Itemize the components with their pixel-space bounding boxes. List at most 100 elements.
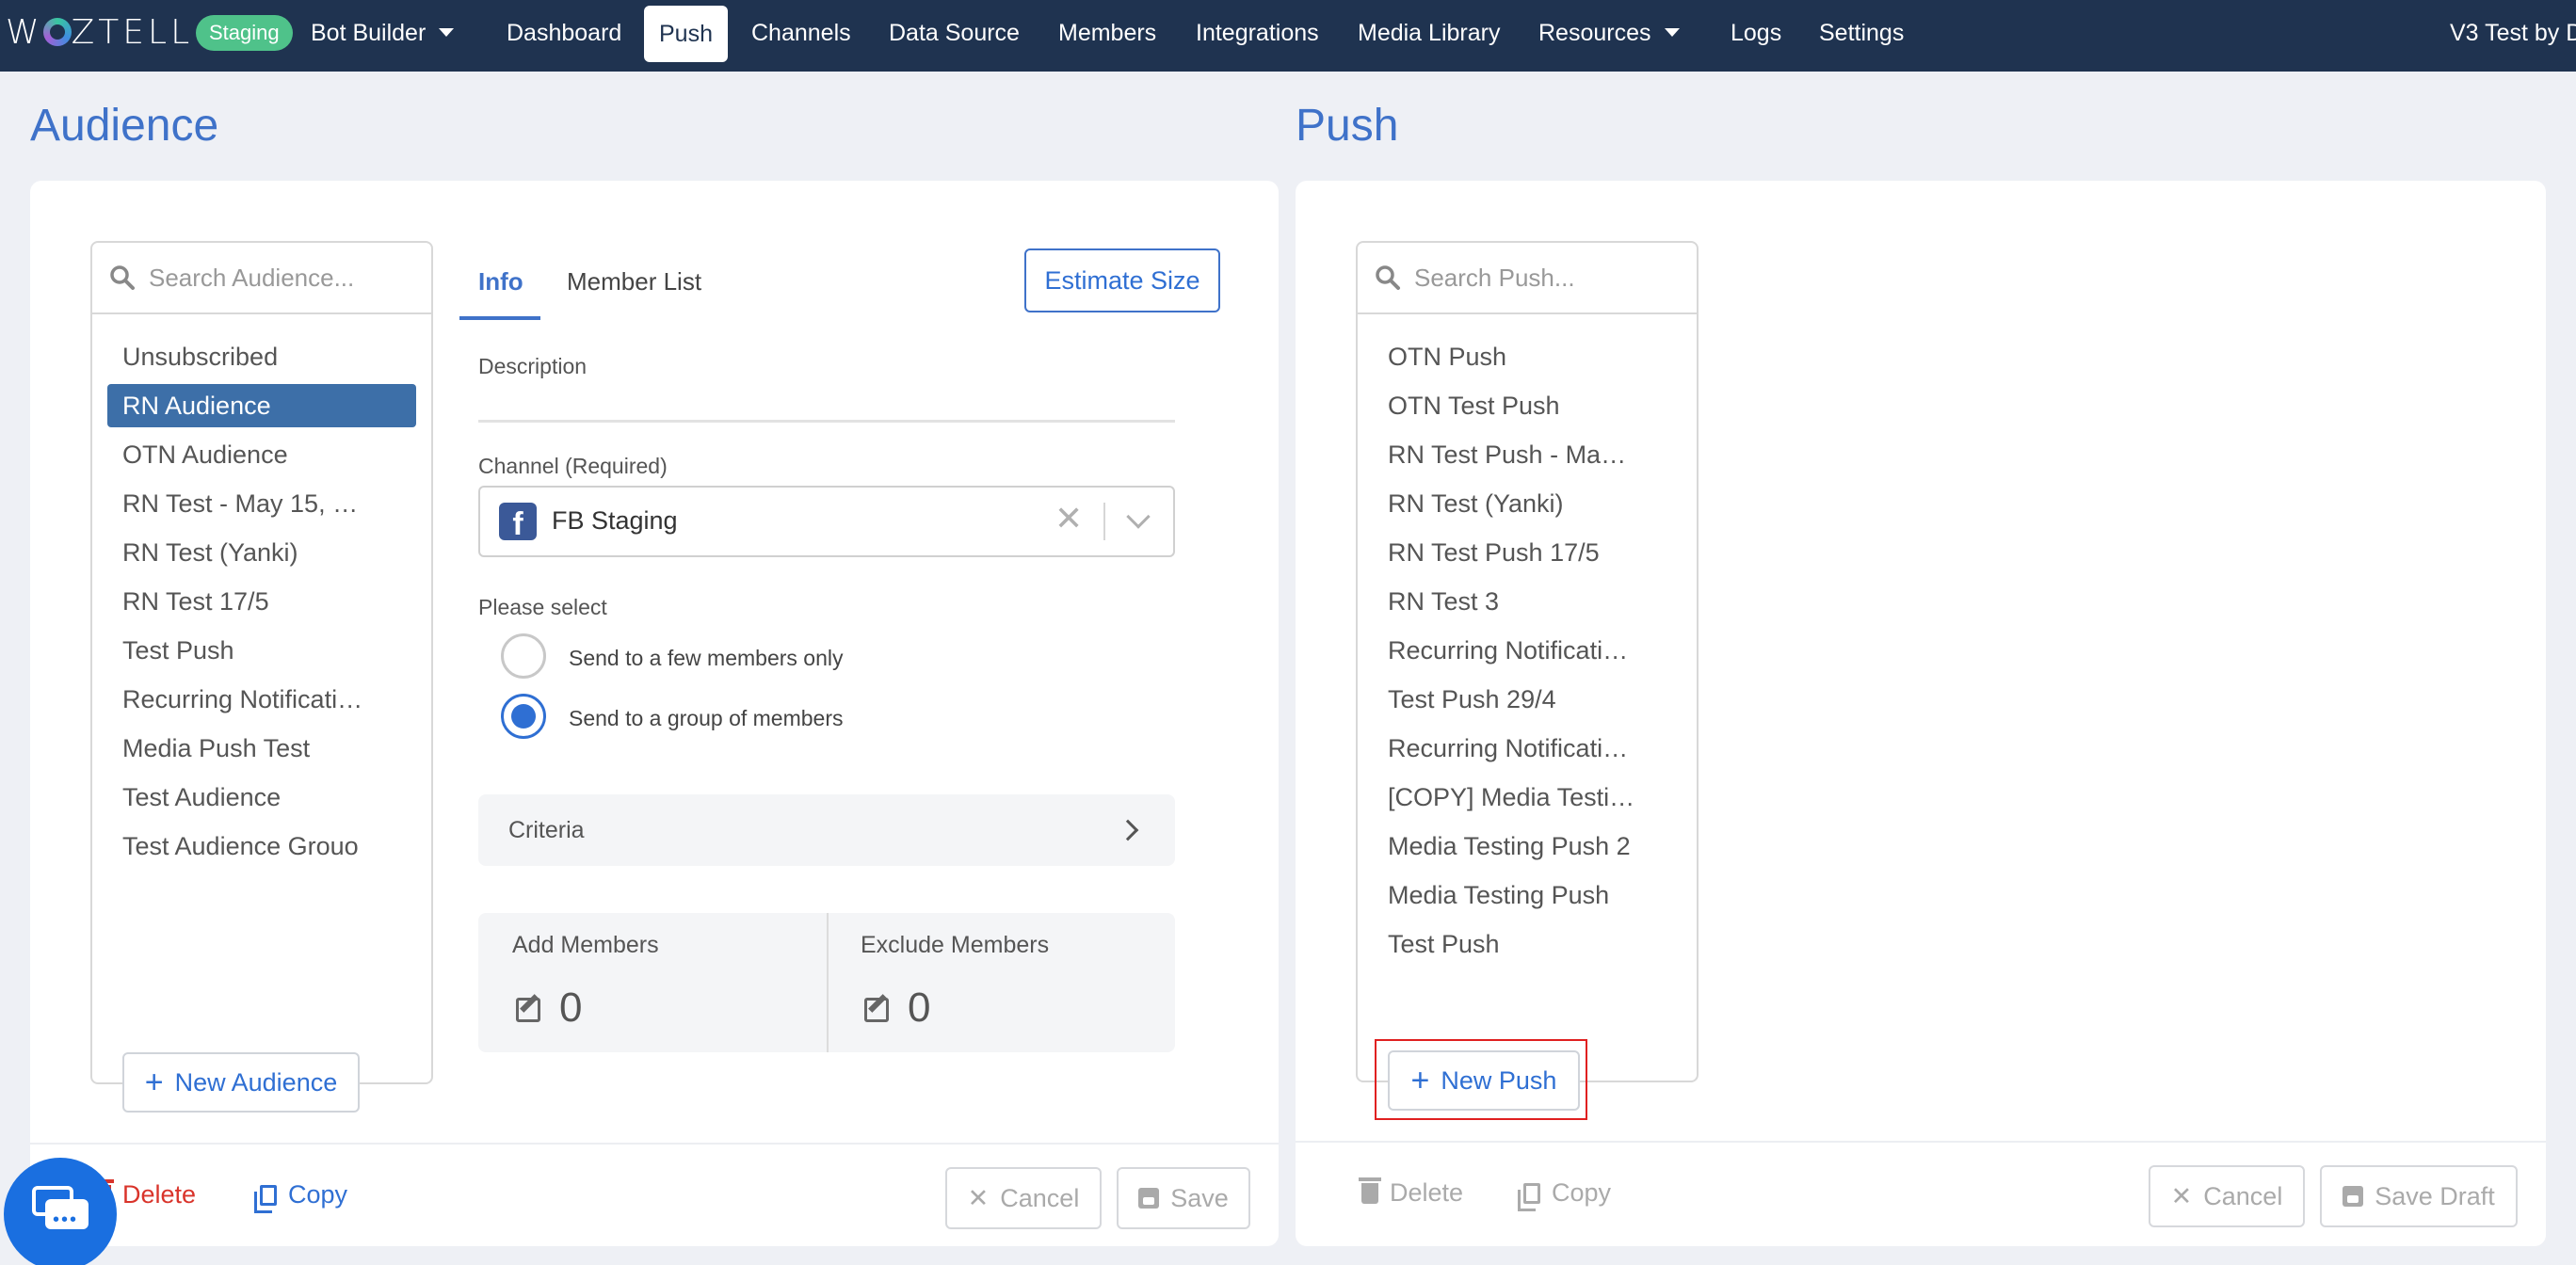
copy-label: Copy <box>1552 1178 1612 1207</box>
cancel-label: Cancel <box>1000 1183 1080 1212</box>
exclude-members-label: Exclude Members <box>861 932 1050 958</box>
close-icon: ✕ <box>967 1183 990 1212</box>
tab-info[interactable]: Info <box>478 267 523 296</box>
nav-channels[interactable]: Channels <box>751 0 851 72</box>
caret-down-icon <box>439 28 455 37</box>
add-members-count: 0 <box>559 985 583 1031</box>
push-list: OTN Push OTN Test Push RN Test Push - Ma… <box>1356 241 1699 1082</box>
nav-logs[interactable]: Logs <box>1731 0 1781 72</box>
list-item[interactable]: RN Test Push 17/5 <box>1373 531 1682 574</box>
save-draft-label: Save Draft <box>2375 1181 2495 1210</box>
audience-search-input[interactable] <box>149 263 431 293</box>
push-delete-button[interactable]: Delete <box>1359 1177 1464 1208</box>
delete-label: Delete <box>122 1180 197 1209</box>
user-account[interactable]: V3 Test by D <box>2450 0 2576 66</box>
list-item[interactable]: RN Test (Yanki) <box>107 531 416 574</box>
push-copy-button[interactable]: Copy <box>1518 1178 1612 1211</box>
nav-resources[interactable]: Resources <box>1538 0 1680 72</box>
list-item[interactable]: Recurring Notificati… <box>1373 727 1682 770</box>
push-cancel-button[interactable]: ✕ Cancel <box>2149 1165 2305 1227</box>
chat-widget-button[interactable]: ••• <box>4 1158 117 1265</box>
nav-bot-builder[interactable]: Bot Builder <box>311 0 455 72</box>
caret-down-icon <box>1664 28 1680 37</box>
chevron-down-icon[interactable] <box>1126 504 1151 529</box>
push-title: Push <box>1296 101 1399 151</box>
push-search-input[interactable] <box>1414 263 1697 293</box>
channel-label: Channel (Required) <box>478 454 668 478</box>
nav-bot-builder-label: Bot Builder <box>311 20 427 46</box>
description-label: Description <box>478 354 588 378</box>
members-summary: Add Members 0 Exclude Members 0 <box>478 913 1175 1052</box>
audience-cancel-button[interactable]: ✕ Cancel <box>945 1167 1102 1229</box>
save-label: Save <box>1170 1183 1229 1212</box>
list-item[interactable]: OTN Test Push <box>1373 384 1682 427</box>
list-item[interactable]: OTN Push <box>1373 335 1682 378</box>
plus-icon: + <box>1410 1063 1430 1098</box>
list-item[interactable]: Test Audience Grouo <box>107 825 416 868</box>
list-item-selected[interactable]: RN Audience <box>107 384 416 427</box>
new-push-button[interactable]: + New Push <box>1388 1050 1580 1111</box>
criteria-row[interactable]: Criteria <box>478 794 1175 866</box>
logo-o-icon <box>42 18 72 46</box>
criteria-label: Criteria <box>508 817 585 843</box>
delete-label: Delete <box>1390 1178 1464 1207</box>
nav-push[interactable]: Push <box>644 6 728 62</box>
copy-icon <box>254 1184 277 1213</box>
radio-few-members-label: Send to a few members only <box>569 646 844 670</box>
trash-icon <box>1359 1177 1381 1204</box>
list-item[interactable]: RN Test 17/5 <box>107 580 416 623</box>
list-item[interactable]: Media Push Test <box>107 727 416 770</box>
list-item[interactable]: Media Testing Push 2 <box>1373 825 1682 868</box>
push-search <box>1358 243 1697 314</box>
nav-dashboard[interactable]: Dashboard <box>507 0 621 72</box>
copy-label: Copy <box>288 1180 348 1209</box>
members-divider <box>827 913 829 1052</box>
channel-value: FB Staging <box>552 506 678 535</box>
list-item[interactable]: Recurring Notificati… <box>107 678 416 721</box>
audience-save-button[interactable]: Save <box>1117 1167 1250 1229</box>
list-item[interactable]: RN Test - May 15, … <box>107 482 416 525</box>
plus-icon: + <box>144 1065 164 1100</box>
edit-icon[interactable] <box>864 998 889 1022</box>
radio-group-members[interactable] <box>501 694 546 739</box>
list-item[interactable]: Test Push <box>107 629 416 672</box>
new-push-label: New Push <box>1441 1065 1557 1095</box>
nav-data-source[interactable]: Data Source <box>889 0 1020 72</box>
nav-members[interactable]: Members <box>1058 0 1156 72</box>
description-field[interactable] <box>478 420 1175 423</box>
audience-search <box>92 243 431 314</box>
woztell-logo[interactable]: W ZTELL <box>6 13 193 52</box>
select-separator <box>1103 503 1105 540</box>
list-item[interactable]: Test Audience <box>107 776 416 819</box>
list-item[interactable]: [COPY] Media Testi… <box>1373 776 1682 819</box>
add-members-label: Add Members <box>512 932 659 958</box>
list-item[interactable]: Recurring Notificati… <box>1373 629 1682 672</box>
push-save-draft-button[interactable]: Save Draft <box>2320 1165 2518 1227</box>
list-item[interactable]: RN Test 3 <box>1373 580 1682 623</box>
please-select-label: Please select <box>478 595 607 619</box>
list-item[interactable]: OTN Audience <box>107 433 416 476</box>
tab-member-list[interactable]: Member List <box>567 267 701 296</box>
list-item[interactable]: Test Push <box>1373 922 1682 966</box>
list-item[interactable]: RN Test Push - Ma… <box>1373 433 1682 476</box>
new-audience-button[interactable]: + New Audience <box>122 1052 360 1113</box>
clear-icon[interactable]: ✕ <box>1055 499 1083 538</box>
radio-few-members[interactable] <box>501 633 546 679</box>
top-navigation-bar: W ZTELL Staging Bot Builder Dashboard Pus… <box>0 0 2576 72</box>
nav-integrations[interactable]: Integrations <box>1196 0 1319 72</box>
edit-icon[interactable] <box>516 998 540 1022</box>
save-icon <box>1138 1188 1160 1209</box>
search-icon <box>110 265 135 290</box>
audience-copy-button[interactable]: Copy <box>254 1180 348 1213</box>
facebook-icon: f <box>499 503 537 540</box>
estimate-size-button[interactable]: Estimate Size <box>1024 248 1220 312</box>
nav-media-library[interactable]: Media Library <box>1358 0 1500 72</box>
list-item[interactable]: Test Push 29/4 <box>1373 678 1682 721</box>
channel-select[interactable]: f FB Staging ✕ <box>478 486 1175 557</box>
audience-title: Audience <box>30 101 219 151</box>
list-item[interactable]: Unsubscribed <box>107 335 416 378</box>
nav-settings[interactable]: Settings <box>1819 0 1904 72</box>
list-item[interactable]: Media Testing Push <box>1373 873 1682 917</box>
cancel-label: Cancel <box>2203 1181 2283 1210</box>
list-item[interactable]: RN Test (Yanki) <box>1373 482 1682 525</box>
